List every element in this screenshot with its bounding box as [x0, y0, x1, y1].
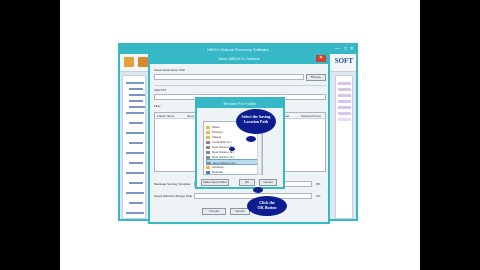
tree-row[interactable]	[129, 100, 143, 102]
tree-row[interactable]	[129, 202, 143, 204]
close-button[interactable]: ✕	[350, 46, 354, 52]
save-path-field[interactable]	[154, 74, 304, 80]
tree-row[interactable]	[129, 162, 143, 164]
tree-row[interactable]	[126, 192, 144, 194]
col-header-folder: Folder Name	[157, 114, 175, 118]
folder-list-item-label: Network	[212, 170, 224, 174]
tree-row[interactable]	[126, 82, 144, 84]
preview-cell	[338, 100, 351, 103]
brand-logo: SOFT	[334, 57, 353, 65]
folder-icon	[206, 170, 210, 174]
browse-cancel-button[interactable]: Cancel	[259, 179, 277, 186]
browse-dialog-title-bar: Browse For Folder	[197, 99, 283, 108]
browse-dialog-title: Browse For Folder	[223, 101, 257, 106]
callout-pointer-dot	[253, 187, 263, 193]
export-dialog-close-button[interactable]: ✕	[316, 55, 326, 62]
callout-pointer-dot	[246, 136, 256, 142]
export-dialog-title: Save MBOX in Outlook	[218, 56, 260, 61]
naming-template-label: Message Naming Template	[154, 182, 191, 186]
tree-row[interactable]	[129, 142, 143, 144]
callout-text-line: Location Path	[243, 119, 269, 124]
save-path-label: Select Destination Path	[154, 68, 186, 72]
preview-cell	[338, 88, 351, 91]
tree-row[interactable]	[129, 122, 143, 124]
preview-cell	[338, 112, 351, 115]
folder-tree[interactable]	[122, 75, 146, 219]
tree-row[interactable]	[126, 152, 144, 154]
callout-pointer-dot	[229, 147, 235, 151]
preview-cell	[338, 106, 351, 109]
progress-pct-2: 0%	[316, 194, 321, 198]
browse-ok-button[interactable]: OK	[239, 179, 255, 186]
preview-cell	[338, 82, 351, 85]
tree-row[interactable]	[129, 106, 145, 108]
tree-row[interactable]	[126, 132, 144, 134]
callout-click-ok: Click the OK Button	[247, 196, 287, 216]
convert-button[interactable]: Convert	[202, 208, 226, 215]
tree-row[interactable]	[126, 112, 144, 114]
maximize-button[interactable]: □	[344, 46, 347, 52]
ribbon-button[interactable]	[124, 57, 134, 67]
callout-select-path: Select the Saving Location Path	[236, 109, 276, 134]
callout-text-line: OK Button	[257, 205, 277, 210]
filter-label: Filter	[154, 104, 161, 108]
divider	[154, 85, 326, 86]
tree-row[interactable]	[126, 212, 144, 214]
make-new-folder-button[interactable]: Make New Folder	[201, 179, 229, 186]
tree-row[interactable]	[129, 182, 143, 184]
split-label: Split PST	[154, 88, 167, 92]
ribbon-button[interactable]	[138, 57, 148, 67]
browse-button[interactable]: Browse	[306, 74, 326, 81]
folder-list-item[interactable]: Network	[206, 169, 260, 175]
range-filter-label: Select Mail Item Range Filter	[154, 194, 193, 198]
preview-cell	[338, 94, 351, 97]
col-header-selected: Selected Items	[301, 114, 321, 118]
tree-row[interactable]	[129, 88, 143, 90]
preview-pane	[335, 75, 353, 219]
tree-row[interactable]	[126, 172, 144, 174]
col-header-items: Items	[187, 114, 195, 118]
preview-cell	[338, 118, 351, 121]
tree-row[interactable]	[129, 94, 145, 96]
minimize-button[interactable]: —	[335, 46, 340, 52]
browse-folder-dialog: Browse For Folder Music Pictures Videos Loc…	[195, 97, 285, 189]
export-dialog-title-bar: Save MBOX in Outlook	[150, 54, 328, 64]
progress-pct-1: 0%	[316, 182, 321, 186]
